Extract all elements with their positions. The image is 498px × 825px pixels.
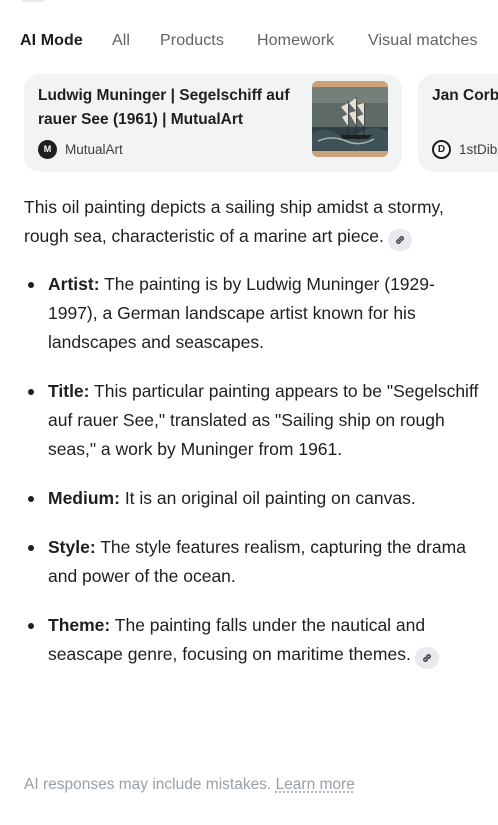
ai-answer: This oil painting depicts a sailing ship… bbox=[24, 193, 484, 689]
header-ghost bbox=[20, 0, 46, 2]
answer-intro: This oil painting depicts a sailing ship… bbox=[24, 193, 484, 251]
answer-intro-text: This oil painting depicts a sailing ship… bbox=[24, 197, 444, 246]
fact-label: Artist: bbox=[48, 274, 100, 294]
fact-label: Title: bbox=[48, 381, 90, 401]
fact-label: Medium: bbox=[48, 488, 120, 508]
source-attribution: D 1stDib bbox=[432, 138, 497, 160]
source-name: 1stDib bbox=[459, 141, 498, 157]
fact-text: It is an original oil painting on canvas… bbox=[119, 488, 416, 508]
search-tabs: AI Mode All Products Homework Visual mat… bbox=[0, 32, 498, 60]
tab-visual-matches[interactable]: Visual matches bbox=[368, 32, 478, 50]
source-name: MutualArt bbox=[65, 141, 123, 157]
link-icon[interactable] bbox=[387, 229, 412, 251]
tab-all[interactable]: All bbox=[112, 32, 130, 50]
tab-homework[interactable]: Homework bbox=[257, 32, 334, 50]
list-item: Medium: It is an original oil painting o… bbox=[24, 484, 484, 513]
source-card-mutualart[interactable]: Ludwig Muninger | Segelschiff auf rauer … bbox=[24, 74, 402, 172]
source-card-1stdibs[interactable]: Jan Corb Oil painti D 1stDib bbox=[418, 74, 498, 172]
list-item: Style: The style features realism, captu… bbox=[24, 533, 484, 591]
list-item: Title: This particular painting appears … bbox=[24, 377, 484, 464]
scrolled-header-remnant bbox=[0, 0, 498, 14]
list-item: Theme: The painting falls under the naut… bbox=[24, 611, 484, 669]
ai-disclaimer: AI responses may include mistakes. Learn… bbox=[24, 776, 355, 794]
fact-text: The painting is by Ludwig Muninger (1929… bbox=[48, 274, 435, 352]
source-card-title: Ludwig Muninger | Segelschiff auf rauer … bbox=[38, 87, 290, 128]
mutualart-logo-icon: M bbox=[38, 139, 57, 159]
learn-more-link[interactable]: Learn more bbox=[276, 776, 355, 793]
link-icon[interactable] bbox=[414, 647, 439, 669]
source-attribution: M MutualArt bbox=[38, 138, 123, 160]
tab-products[interactable]: Products bbox=[160, 32, 224, 50]
fact-label: Style: bbox=[48, 537, 96, 557]
facts-list: Artist: The painting is by Ludwig Muning… bbox=[24, 270, 484, 669]
1stdibs-logo-icon: D bbox=[432, 139, 451, 159]
source-card-title: Jan Corb Oil painti bbox=[432, 87, 498, 104]
painting-thumbnail bbox=[312, 81, 388, 157]
fact-text: The style features realism, capturing th… bbox=[48, 537, 466, 586]
fact-text: This particular painting appears to be "… bbox=[48, 381, 479, 459]
source-cards-carousel[interactable]: Ludwig Muninger | Segelschiff auf rauer … bbox=[0, 74, 498, 174]
disclaimer-text: AI responses may include mistakes. bbox=[24, 776, 272, 793]
fact-label: Theme: bbox=[48, 615, 111, 635]
list-item: Artist: The painting is by Ludwig Muning… bbox=[24, 270, 484, 357]
tab-ai-mode[interactable]: AI Mode bbox=[20, 32, 83, 50]
